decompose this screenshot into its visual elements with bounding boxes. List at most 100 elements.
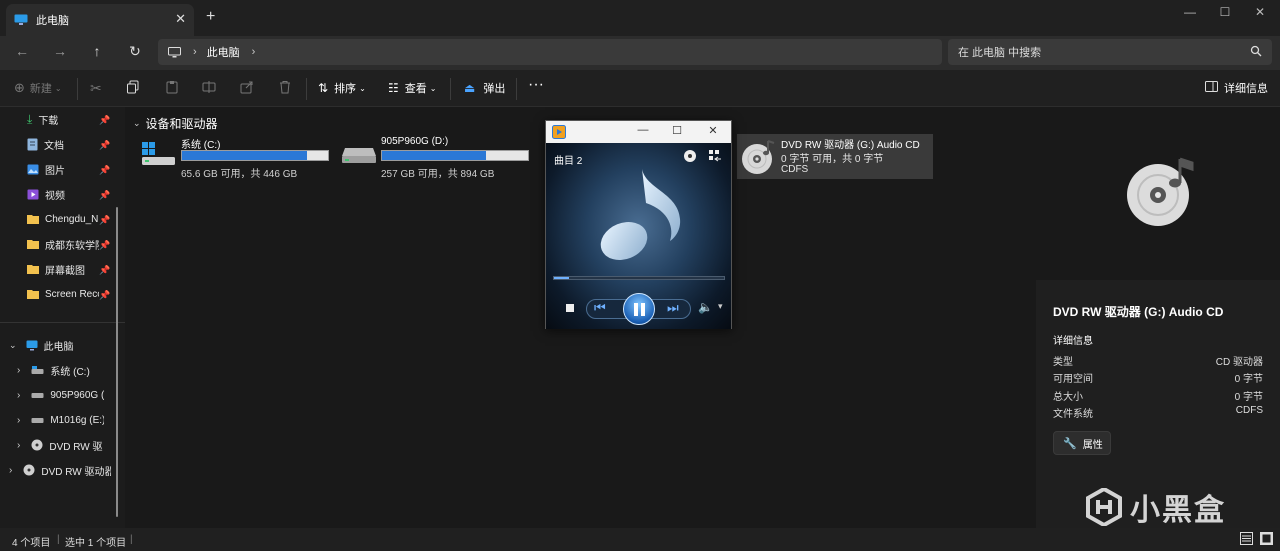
chevron-down-icon[interactable]: ▾ [718,301,723,312]
sidebar-item-drive-d[interactable]: › 905P960G (D [17,384,104,406]
maximize-button[interactable]: ☐ [1210,5,1240,19]
chevron-right-icon[interactable]: › [17,440,20,451]
prop-row: 文件系统 CDFS [1053,405,1263,420]
sidebar-item-this-pc[interactable]: ⌄ 此电脑 [9,334,98,356]
document-icon [27,138,38,150]
folder-icon [27,240,39,249]
details-section-header: 详细信息 [1053,336,1093,347]
tiles-view-icon[interactable] [1260,532,1273,548]
sidebar-item-pictures[interactable]: 图片 [27,158,99,180]
sidebar-item-videos[interactable]: 视频 [27,183,99,205]
player-minimize-button[interactable]: — [634,124,652,136]
chevron-right-icon[interactable]: › [9,465,12,476]
sidebar-item-documents[interactable]: 文档 [27,133,98,155]
switch-to-library-icon[interactable] [708,149,722,163]
sidebar-item-dvd-root[interactable]: › DVD RW 驱动器 [9,459,111,481]
sidebar-item-downloads[interactable]: ⤓ 下载 [27,108,92,130]
pin-icon[interactable]: 📌 [99,190,110,201]
details-pane-button[interactable]: 详细信息 [1205,80,1268,96]
sidebar-item-label: 系统 (C:) [50,366,90,378]
close-tab-icon[interactable]: ✕ [175,11,186,27]
player-title-bar[interactable]: — ☐ ✕ [546,121,731,143]
group-header[interactable]: ⌄ 设备和驱动器 [133,115,218,132]
pin-icon[interactable]: 📌 [99,115,110,126]
system-drive-icon [142,142,175,165]
pin-icon[interactable]: 📌 [99,215,110,226]
seek-bar[interactable] [553,276,725,280]
properties-button[interactable]: 🔧 属性 [1053,431,1111,455]
eject-label: 弹出 [483,83,506,95]
forward-arrow-icon[interactable]: → [49,43,71,63]
previous-track-icon[interactable]: ⏮ [594,300,606,316]
close-window-button[interactable]: ✕ [1245,5,1275,19]
chevron-down-icon[interactable]: ⌄ [9,340,17,351]
sidebar-item-label: 下载 [38,115,59,127]
paste-icon[interactable] [165,80,183,98]
pin-icon[interactable]: 📌 [99,290,110,301]
drive-size: 257 GB 可用，共 894 GB [381,169,495,180]
new-tab-button[interactable]: + [206,8,215,26]
search-input[interactable]: 在 此电脑 中搜索 [948,39,1272,65]
sidebar-scrollbar[interactable] [116,207,118,517]
drive-icon [31,417,44,423]
monitor-icon [14,14,28,25]
sidebar-item-label: 视频 [45,190,65,202]
volume-icon[interactable]: 🔈 [698,300,713,314]
plus-circle-icon: ⊕ [14,80,25,95]
player-maximize-button[interactable]: ☐ [668,124,686,137]
drive-usage-fill [182,151,307,160]
sidebar-item-drive-c[interactable]: › 系统 (C:) [17,359,104,381]
pin-icon[interactable]: 📌 [99,140,110,151]
address-input[interactable]: › 此电脑 › [158,39,942,65]
chevron-right-icon[interactable]: › [17,390,20,401]
eject-button[interactable]: ⏏ 弹出 [464,80,505,96]
chevron-right-icon[interactable]: › [17,365,20,376]
sidebar-item-label: M1016g (E:) [50,414,105,426]
copy-icon[interactable] [126,80,144,98]
eject-icon: ⏏ [464,81,476,95]
sidebar-item-dvd-drive[interactable]: › DVD RW 驱动 [17,434,103,456]
player-close-button[interactable]: ✕ [704,124,722,137]
share-icon[interactable] [240,80,258,98]
delete-icon[interactable] [278,80,296,98]
prop-row: 总大小 0 字节 [1053,388,1263,403]
cd-drive-tile[interactable]: DVD RW 驱动器 (G:) Audio CD 0 字节 可用，共 0 字节 … [737,134,933,179]
more-options-button[interactable]: ··· [528,76,544,94]
sidebar-item-label: 屏幕截图 [45,265,85,277]
prop-value: CD 驱动器 [1215,357,1263,368]
breadcrumb-chevron[interactable]: › [252,46,256,58]
details-view-icon[interactable] [1240,532,1253,548]
cut-icon[interactable]: ✂ [90,80,108,98]
new-label: 新建 [29,83,52,95]
drive-usage-bar [181,150,329,161]
prop-row: 类型 CD 驱动器 [1053,353,1263,368]
sidebar-item-folder[interactable]: Screen Reco [27,283,99,305]
search-icon[interactable] [1250,45,1262,57]
minimize-button[interactable]: — [1175,5,1205,19]
refresh-icon[interactable]: ↻ [124,43,146,63]
up-arrow-icon[interactable]: ↑ [86,43,108,63]
sidebar-item-folder[interactable]: 屏幕截图 [27,258,99,280]
sort-button[interactable]: ⇅ 排序 ⌄ [318,80,366,96]
sidebar-item-drive-e[interactable]: › M1016g (E:) [17,409,104,431]
tab-this-pc[interactable]: 此电脑 ✕ [6,4,194,36]
sidebar-item-folder[interactable]: Chengdu_N [27,208,99,230]
pin-icon[interactable]: 📌 [99,265,110,276]
prop-key: 总大小 [1053,392,1083,403]
pin-icon[interactable]: 📌 [99,165,110,176]
sidebar-item-folder[interactable]: 成都东软学院 [27,233,99,255]
pause-button[interactable] [623,293,655,325]
chevron-right-icon[interactable]: › [17,415,20,426]
stop-icon[interactable] [566,304,574,312]
back-arrow-icon[interactable]: ← [11,43,33,63]
rename-icon[interactable] [202,80,220,98]
disc-icon[interactable] [683,149,697,163]
command-bar: ⊕ 新建 ⌄ ✂ ⇅ 排序 ⌄ ☷ 查看 ⌄ ⏏ 弹出 ··· 详细信息 [0,70,1280,107]
view-button[interactable]: ☷ 查看 ⌄ [388,80,436,96]
media-player-window[interactable]: — ☐ ✕ 曲目 2 ⏮ ⏭ 🔈 ▾ [545,120,732,329]
drive-name: 系统 (C:) [181,140,221,151]
breadcrumb-this-pc[interactable]: 此电脑 [207,44,240,60]
next-track-icon[interactable]: ⏭ [667,300,679,316]
pin-icon[interactable]: 📌 [99,240,110,251]
new-button[interactable]: ⊕ 新建 ⌄ [14,80,62,96]
